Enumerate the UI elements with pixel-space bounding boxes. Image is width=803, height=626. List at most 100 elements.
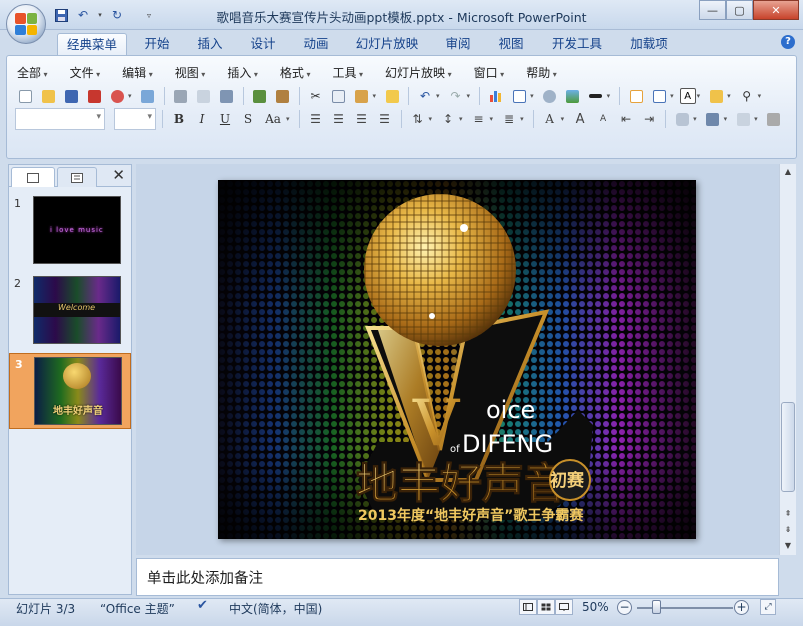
tab-view[interactable]: 视图 (489, 33, 533, 56)
folder-icon[interactable] (706, 86, 726, 106)
zoom-slider-handle[interactable] (652, 600, 661, 614)
align-left-icon[interactable]: ☰ (306, 109, 326, 129)
tab-developer[interactable]: 开发工具 (545, 33, 609, 56)
save-icon[interactable] (52, 6, 70, 24)
vertical-scrollbar[interactable]: ▲ ⇞ ⇟ ▼ (779, 164, 796, 555)
new-slide-icon[interactable] (626, 86, 646, 106)
redo-icon[interactable]: ↻ (108, 6, 126, 24)
grow-font-icon[interactable]: A (570, 109, 590, 129)
font-size-select[interactable] (114, 108, 156, 130)
menu-insert[interactable]: 插入 (227, 64, 258, 82)
slide-layout-icon[interactable] (649, 86, 669, 106)
tab-insert[interactable]: 插入 (188, 33, 232, 56)
close-button[interactable]: ✕ (753, 0, 799, 20)
insert-chart-icon[interactable] (486, 86, 506, 106)
office-button[interactable] (6, 4, 46, 44)
quick-styles-icon[interactable] (733, 109, 753, 129)
redo-icon[interactable]: ↷ (446, 86, 466, 106)
tab-classic-menu[interactable]: 经典菜单 (57, 33, 127, 56)
normal-view-icon[interactable] (519, 599, 537, 615)
spelling-icon[interactable] (250, 86, 270, 106)
zoom-in-button[interactable]: + (734, 600, 749, 615)
permission-icon[interactable] (107, 86, 127, 106)
text-box-icon[interactable]: A (679, 88, 696, 104)
change-case-button[interactable]: Aa (261, 109, 285, 129)
slide-thumbnail-2[interactable]: 2 Welcome (9, 273, 131, 349)
shadow-button[interactable]: S (238, 109, 258, 129)
scroll-up-icon[interactable]: ▲ (780, 164, 796, 180)
new-document-icon[interactable] (15, 86, 35, 106)
justify-icon[interactable]: ☰ (375, 109, 395, 129)
current-slide[interactable]: V oice of DIFENG 地丰好声音 初赛 2013年度“地丰好声音”歌… (218, 180, 696, 539)
bullets-icon[interactable]: ≣ (499, 109, 519, 129)
next-slide-icon[interactable]: ⇟ (780, 522, 796, 538)
cut-icon[interactable]: ✂ (306, 86, 326, 106)
italic-button[interactable]: I (192, 109, 212, 129)
undo-icon[interactable]: ↶ (74, 6, 92, 24)
menu-slideshow[interactable]: 幻灯片放映 (385, 64, 452, 82)
slideshow-view-icon[interactable] (555, 599, 573, 615)
minimize-button[interactable]: — (699, 0, 726, 20)
arrange-icon[interactable] (703, 109, 723, 129)
text-direction-icon[interactable]: ⇅ (408, 109, 428, 129)
decrease-indent-icon[interactable]: ⇤ (616, 109, 636, 129)
scroll-thumb[interactable] (781, 402, 795, 492)
research-icon[interactable] (273, 86, 293, 106)
font-name-select[interactable] (15, 108, 105, 130)
align-right-icon[interactable]: ☰ (352, 109, 372, 129)
line-spacing-icon[interactable]: ↕ (438, 109, 458, 129)
notes-pane[interactable]: 单击此处添加备注 (136, 558, 779, 596)
tab-design[interactable]: 设计 (241, 33, 285, 56)
tab-addins[interactable]: 加载项 (622, 33, 676, 56)
zoom-level[interactable]: 50% (582, 600, 609, 614)
bold-button[interactable]: B (169, 109, 189, 129)
language-indicator[interactable]: 中文(简体，中国) (229, 600, 322, 617)
help-icon[interactable]: ? (781, 35, 795, 49)
customize-qat-icon[interactable]: ▿ (140, 6, 158, 24)
paste-icon[interactable] (352, 86, 372, 106)
copy-icon[interactable] (329, 86, 349, 106)
insert-table-icon[interactable] (509, 86, 529, 106)
numbering-icon[interactable]: ≡ (469, 109, 489, 129)
save-as-pdf-icon[interactable] (84, 86, 104, 106)
undo-icon[interactable]: ↶ (415, 86, 435, 106)
previous-slide-icon[interactable]: ⇞ (780, 506, 796, 522)
underline-button[interactable]: U (215, 109, 235, 129)
slide-thumbnail-3[interactable]: 3 地丰好声音 (9, 353, 131, 429)
maximize-button[interactable]: ▢ (726, 0, 753, 20)
line-style-icon[interactable] (586, 86, 606, 106)
save-icon[interactable] (61, 86, 81, 106)
outline-tab[interactable] (57, 167, 97, 187)
slides-tab[interactable] (11, 167, 55, 187)
scroll-down-icon[interactable]: ▼ (780, 538, 796, 554)
page-setup-icon[interactable] (217, 86, 237, 106)
menu-format[interactable]: 格式 (280, 64, 311, 82)
menu-view[interactable]: 视图 (175, 64, 206, 82)
theme-name[interactable]: “Office 主题” (100, 600, 175, 617)
align-center-icon[interactable]: ☰ (329, 109, 349, 129)
menu-file[interactable]: 文件 (70, 64, 101, 82)
print-preview-icon[interactable] (194, 86, 214, 106)
tab-review[interactable]: 审阅 (436, 33, 480, 56)
menu-help[interactable]: 帮助 (526, 64, 557, 82)
format-painter-icon[interactable] (382, 86, 402, 106)
fit-to-window-icon[interactable]: ⤢ (760, 599, 776, 615)
insert-picture-icon[interactable] (563, 86, 583, 106)
menu-edit[interactable]: 编辑 (122, 64, 153, 82)
menu-all[interactable]: 全部 (17, 64, 48, 82)
close-pane-button[interactable]: ✕ (112, 166, 125, 184)
font-color-icon[interactable]: A (540, 109, 560, 129)
clipart-icon[interactable] (540, 86, 560, 106)
tab-animations[interactable]: 动画 (294, 33, 338, 56)
spellcheck-icon[interactable]: ✔ (197, 598, 208, 613)
menu-tools[interactable]: 工具 (332, 64, 363, 82)
shape-fill-icon[interactable] (764, 109, 784, 129)
shrink-font-icon[interactable]: A (593, 109, 613, 129)
tab-home[interactable]: 开始 (135, 33, 179, 56)
dropdown-arrow-icon[interactable]: ▾ (96, 6, 104, 24)
zoom-out-button[interactable]: − (617, 600, 632, 615)
print-icon[interactable] (171, 86, 191, 106)
menu-window[interactable]: 窗口 (474, 64, 505, 82)
open-folder-icon[interactable] (38, 86, 58, 106)
slide-sorter-icon[interactable] (537, 599, 555, 615)
